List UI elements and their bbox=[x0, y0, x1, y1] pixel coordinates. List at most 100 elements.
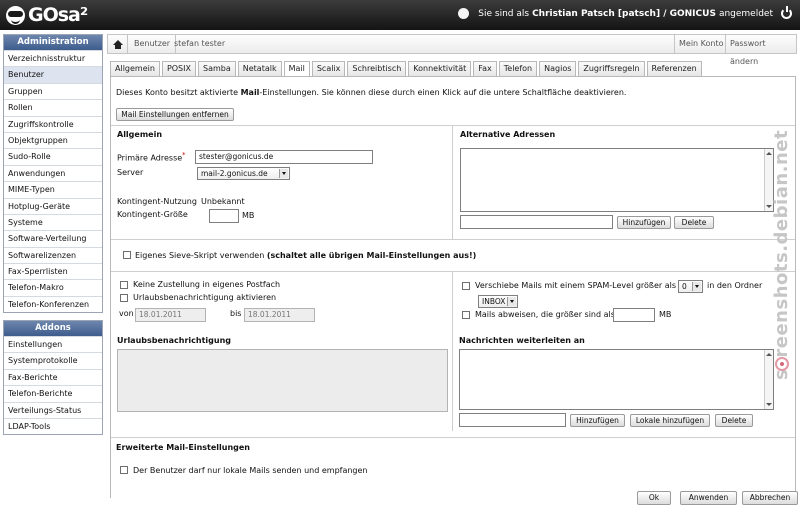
forward-add-button[interactable]: Hinzufügen bbox=[570, 414, 625, 427]
addons-item[interactable]: Einstellungen bbox=[4, 336, 102, 352]
logo-text: GOsa² bbox=[28, 4, 88, 26]
tab-bar: Allgemein POSIX Samba Netatalk Mail Scalix Sch… bbox=[110, 61, 704, 77]
sidebar-item[interactable]: Fax-Sperrlisten bbox=[4, 263, 102, 279]
home-icon bbox=[112, 39, 123, 49]
vacation-to-input[interactable]: 18.01.2011 bbox=[244, 308, 315, 322]
primary-address-input[interactable]: stester@gonicus.de bbox=[195, 150, 373, 164]
alternative-list[interactable] bbox=[460, 148, 774, 212]
divider bbox=[111, 271, 795, 272]
administration-menu: Administration Verzeichnisstruktur Benutz… bbox=[3, 34, 103, 314]
tab-item[interactable]: Zugriffsregeln bbox=[578, 61, 645, 76]
addons-item[interactable]: Verteilungs-Status bbox=[4, 401, 102, 418]
sidebar-item[interactable]: Rollen bbox=[4, 99, 102, 115]
sidebar-item[interactable]: Benutzer bbox=[4, 66, 102, 83]
divider bbox=[111, 437, 795, 438]
spam-folder-label: in den Ordner bbox=[707, 281, 763, 290]
vacation-label: Urlaubsbenachrichtigung aktivieren bbox=[133, 293, 277, 302]
forward-delete-button[interactable]: Delete bbox=[715, 414, 753, 427]
no-delivery-checkbox[interactable] bbox=[120, 281, 128, 289]
alternative-delete-button[interactable]: Delete bbox=[674, 216, 714, 229]
tab-item[interactable]: Referenzen bbox=[646, 61, 702, 76]
notice-text-1: Dieses Konto besitzt aktivierte bbox=[116, 88, 239, 97]
watermark-text: screenshots.debian.net bbox=[771, 129, 792, 380]
user-info: Sie sind als Christian Patsch [patsch] /… bbox=[458, 6, 792, 19]
sidebar-item[interactable]: Telefon-Makro bbox=[4, 279, 102, 295]
quota-usage-label: Kontingent-Nutzung bbox=[117, 197, 197, 206]
sidebar-item[interactable]: Gruppen bbox=[4, 82, 102, 99]
forward-list[interactable] bbox=[459, 349, 774, 410]
addons-item[interactable]: Fax-Berichte bbox=[4, 368, 102, 385]
breadcrumb-user[interactable]: stefan tester bbox=[169, 35, 230, 53]
local-only-checkbox[interactable] bbox=[120, 466, 128, 474]
sidebar-item[interactable]: Verzeichnisstruktur bbox=[4, 50, 102, 66]
forward-input[interactable] bbox=[459, 413, 566, 427]
divider bbox=[111, 239, 795, 240]
tab-item[interactable]: Mail bbox=[283, 61, 310, 77]
sidebar-item[interactable]: Systeme bbox=[4, 213, 102, 230]
status-icon bbox=[458, 8, 470, 19]
sidebar-item[interactable]: MIME-Typen bbox=[4, 181, 102, 197]
remove-mail-button[interactable]: Mail Einstellungen entfernen bbox=[116, 108, 234, 121]
tab-item[interactable]: Konnektivität bbox=[408, 61, 472, 76]
general-title: Allgemein bbox=[117, 130, 163, 139]
sidebar-item[interactable]: Software-Verteilung bbox=[4, 230, 102, 246]
vacation-from-input[interactable]: 18.01.2011 bbox=[135, 308, 206, 322]
reject-label: Mails abweisen, die größer sind als bbox=[475, 310, 615, 319]
forward-add-local-button[interactable]: Lokale hinzufügen bbox=[630, 414, 710, 427]
ok-button[interactable]: Ok bbox=[637, 491, 671, 505]
divider bbox=[452, 125, 453, 239]
change-password-link[interactable]: Passwort ändern bbox=[725, 35, 796, 66]
quota-unit: MB bbox=[242, 211, 255, 220]
tab-item[interactable]: POSIX bbox=[161, 61, 196, 76]
server-value: mail-2.gonicus.de bbox=[201, 169, 268, 178]
sidebar-item[interactable]: Softwarelizenzen bbox=[4, 246, 102, 263]
reject-unit: MB bbox=[659, 310, 672, 319]
server-select[interactable]: mail-2.gonicus.de bbox=[197, 167, 290, 180]
tab-item[interactable]: Telefon bbox=[498, 61, 538, 76]
logout-power-icon[interactable] bbox=[781, 6, 792, 19]
gosa-face-icon bbox=[6, 5, 25, 25]
vacation-checkbox[interactable] bbox=[120, 294, 128, 302]
forward-title: Nachrichten weiterleiten an bbox=[459, 336, 585, 345]
addons-item[interactable]: LDAP-Tools bbox=[4, 417, 102, 434]
reject-size-input[interactable] bbox=[613, 308, 655, 322]
spam-checkbox[interactable] bbox=[462, 282, 470, 290]
mail-panel: Dieses Konto besitzt aktivierte Mail-Ein… bbox=[110, 76, 796, 498]
addons-item[interactable]: Systemprotokolle bbox=[4, 352, 102, 368]
tab-item[interactable]: Schreibtisch bbox=[347, 61, 407, 76]
alternative-title: Alternative Adressen bbox=[460, 130, 556, 139]
sidebar-item[interactable]: Objektgruppen bbox=[4, 131, 102, 148]
tab-item[interactable]: Allgemein bbox=[110, 61, 160, 76]
sidebar-item[interactable]: Telefon-Konferenzen bbox=[4, 295, 102, 312]
sidebar-item[interactable]: Anwendungen bbox=[4, 164, 102, 181]
watermark-logo-icon bbox=[775, 357, 789, 371]
sieve-checkbox[interactable] bbox=[123, 251, 131, 259]
alternative-input[interactable] bbox=[460, 215, 613, 229]
top-bar: GOsa² Sie sind als Christian Patsch [pat… bbox=[0, 0, 800, 30]
home-button[interactable] bbox=[108, 35, 128, 53]
spam-level-select[interactable]: 0 bbox=[678, 280, 703, 293]
my-account-link[interactable]: Mein Konto bbox=[674, 35, 728, 53]
spam-level-value: 0 bbox=[682, 282, 687, 291]
tab-item[interactable]: Scalix bbox=[311, 61, 346, 76]
sidebar-item[interactable]: Zugriffskontrolle bbox=[4, 115, 102, 132]
quota-size-input[interactable] bbox=[209, 209, 239, 223]
cancel-button[interactable]: Abbrechen bbox=[742, 491, 798, 505]
user-prefix: Sie sind als bbox=[478, 8, 530, 19]
reject-checkbox[interactable] bbox=[462, 311, 470, 319]
vacation-message-textarea[interactable] bbox=[117, 349, 448, 412]
addons-item[interactable]: Telefon-Berichte bbox=[4, 385, 102, 401]
apply-button[interactable]: Anwenden bbox=[680, 491, 737, 505]
tab-item[interactable]: Nagios bbox=[539, 61, 577, 76]
alternative-add-button[interactable]: Hinzufügen bbox=[617, 216, 671, 229]
notice-text-2: -Einstellungen. Sie können diese durch e… bbox=[259, 88, 627, 97]
sidebar-item[interactable]: Hotplug-Geräte bbox=[4, 197, 102, 214]
tab-item[interactable]: Samba bbox=[197, 61, 236, 76]
tab-item[interactable]: Netatalk bbox=[237, 61, 282, 76]
spam-folder-select[interactable]: INBOX bbox=[478, 295, 518, 308]
no-delivery-label: Keine Zustellung in eigenes Postfach bbox=[133, 280, 281, 289]
addons-title: Addons bbox=[4, 321, 102, 336]
sidebar-item[interactable]: Sudo-Rolle bbox=[4, 148, 102, 164]
tab-item[interactable]: Fax bbox=[473, 61, 497, 76]
quota-usage-value: Unbekannt bbox=[201, 197, 245, 206]
